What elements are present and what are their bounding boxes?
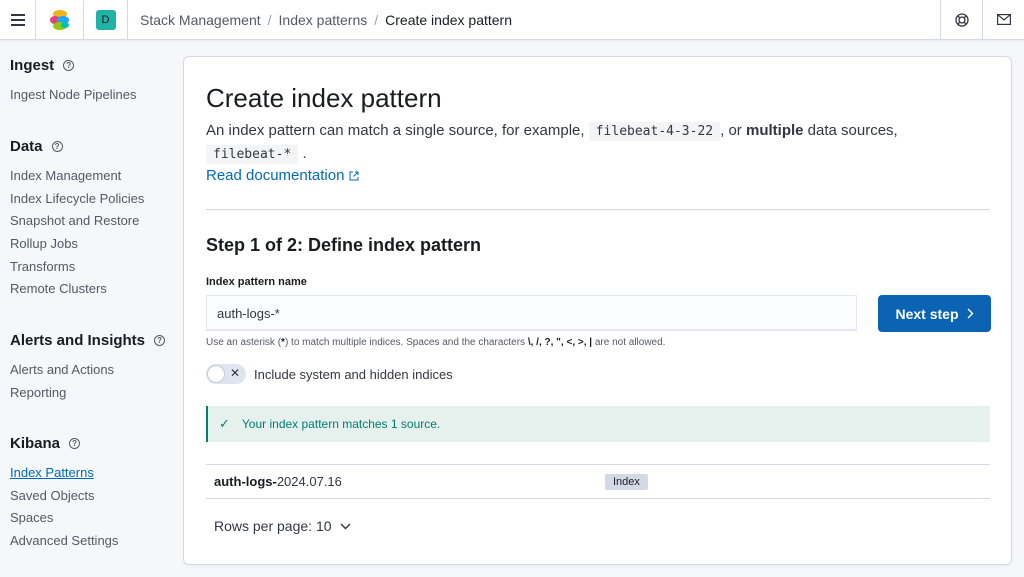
sidebar-section-title: Data?: [10, 138, 144, 155]
sidebar-section-data: Data? Index Management Index Lifecycle P…: [10, 138, 144, 301]
breadcrumb-stack-management[interactable]: Stack Management: [140, 12, 261, 28]
sidebar-item-index-patterns[interactable]: Index Patterns: [10, 462, 118, 485]
sidebar-item-transforms[interactable]: Transforms: [10, 256, 144, 279]
top-header: D Stack Management / Index patterns / Cr…: [0, 0, 1024, 40]
question-icon[interactable]: ?: [51, 141, 63, 152]
hamburger-icon: [10, 13, 25, 26]
external-link-icon: [349, 171, 359, 180]
sidebar-section-alerts-and-insights: Alerts and Insights? Alerts and Actions …: [10, 332, 166, 405]
sidebar-item-advanced-settings[interactable]: Advanced Settings: [10, 530, 118, 553]
breadcrumb: Stack Management / Index patterns / Crea…: [128, 0, 940, 40]
page-description: An index pattern can match a single sour…: [206, 122, 898, 164]
breadcrumb-current: Create index pattern: [385, 11, 512, 28]
help-button[interactable]: [940, 0, 982, 40]
help-lifebuoy-icon: [954, 12, 969, 27]
index-pattern-name-input[interactable]: [206, 295, 857, 331]
space-avatar: D: [95, 9, 116, 30]
question-icon[interactable]: ?: [63, 60, 75, 71]
chevron-right-icon: [967, 308, 974, 319]
breadcrumb-index-patterns[interactable]: Index patterns: [279, 12, 368, 28]
sidebar-item-rollup-jobs[interactable]: Rollup Jobs: [10, 233, 144, 256]
management-sidebar: Ingest? Ingest Node Pipelines Data? Inde…: [0, 41, 175, 577]
sidebar-item-remote-clusters[interactable]: Remote Clusters: [10, 278, 144, 301]
sidebar-section-title: Alerts and Insights?: [10, 332, 166, 349]
cross-icon: ✕: [230, 366, 241, 380]
sidebar-item-saved-objects[interactable]: Saved Objects: [10, 485, 118, 508]
breadcrumb-separator: /: [374, 11, 379, 28]
question-icon[interactable]: ?: [154, 335, 166, 346]
sidebar-section-title: Kibana?: [10, 435, 118, 452]
read-documentation-link[interactable]: Read documentation: [206, 167, 359, 184]
check-icon: ✓: [219, 416, 230, 431]
include-hidden-indices-row: ✕ Include system and hidden indices: [206, 364, 453, 384]
sidebar-item-spaces[interactable]: Spaces: [10, 507, 118, 530]
mail-icon: [996, 14, 1011, 25]
sidebar-section-title: Ingest?: [10, 57, 136, 74]
include-hidden-indices-label[interactable]: Include system and hidden indices: [254, 367, 453, 382]
include-hidden-indices-switch[interactable]: ✕: [206, 364, 246, 384]
elastic-logo[interactable]: [36, 0, 84, 40]
sidebar-item-snapshot-and-restore[interactable]: Snapshot and Restore: [10, 210, 144, 233]
sidebar-section-kibana: Kibana? Index Patterns Saved Objects Spa…: [10, 435, 118, 553]
newsfeed-button[interactable]: [982, 0, 1024, 40]
space-selector[interactable]: D: [84, 0, 128, 40]
table-row: auth-logs-2024.07.16 Index: [206, 464, 990, 499]
code-example-single: filebeat-4-3-22: [588, 122, 721, 141]
breadcrumb-separator: /: [267, 11, 272, 28]
question-icon[interactable]: ?: [69, 438, 81, 449]
chevron-down-icon: [340, 523, 351, 529]
index-type-badge: Index: [605, 473, 648, 490]
sidebar-item-ingest-node-pipelines[interactable]: Ingest Node Pipelines: [10, 84, 136, 107]
sidebar-item-index-management[interactable]: Index Management: [10, 165, 144, 188]
match-success-callout: ✓ Your index pattern matches 1 source.: [206, 406, 990, 442]
sidebar-item-index-lifecycle-policies[interactable]: Index Lifecycle Policies: [10, 188, 144, 211]
section-divider: [206, 209, 990, 210]
menu-button[interactable]: [0, 0, 36, 40]
switch-knob: [207, 365, 225, 383]
index-name-cell: auth-logs-2024.07.16: [214, 474, 342, 489]
sidebar-item-alerts-and-actions[interactable]: Alerts and Actions: [10, 359, 165, 382]
index-pattern-name-label: Index pattern name: [206, 276, 307, 288]
page-title: Create index pattern: [206, 83, 442, 113]
code-example-multiple: filebeat-*: [206, 145, 299, 164]
sidebar-section-ingest: Ingest? Ingest Node Pipelines: [10, 57, 136, 107]
next-step-button[interactable]: Next step: [878, 295, 991, 332]
sidebar-item-reporting[interactable]: Reporting: [10, 382, 165, 405]
elastic-logo-icon: [49, 9, 69, 30]
rows-per-page-selector[interactable]: Rows per page: 10: [214, 518, 351, 534]
create-index-pattern-panel: Create index pattern An index pattern ca…: [183, 56, 1012, 565]
input-help-text: Use an asterisk (*) to match multiple in…: [206, 337, 666, 348]
step-title: Step 1 of 2: Define index pattern: [206, 235, 482, 255]
